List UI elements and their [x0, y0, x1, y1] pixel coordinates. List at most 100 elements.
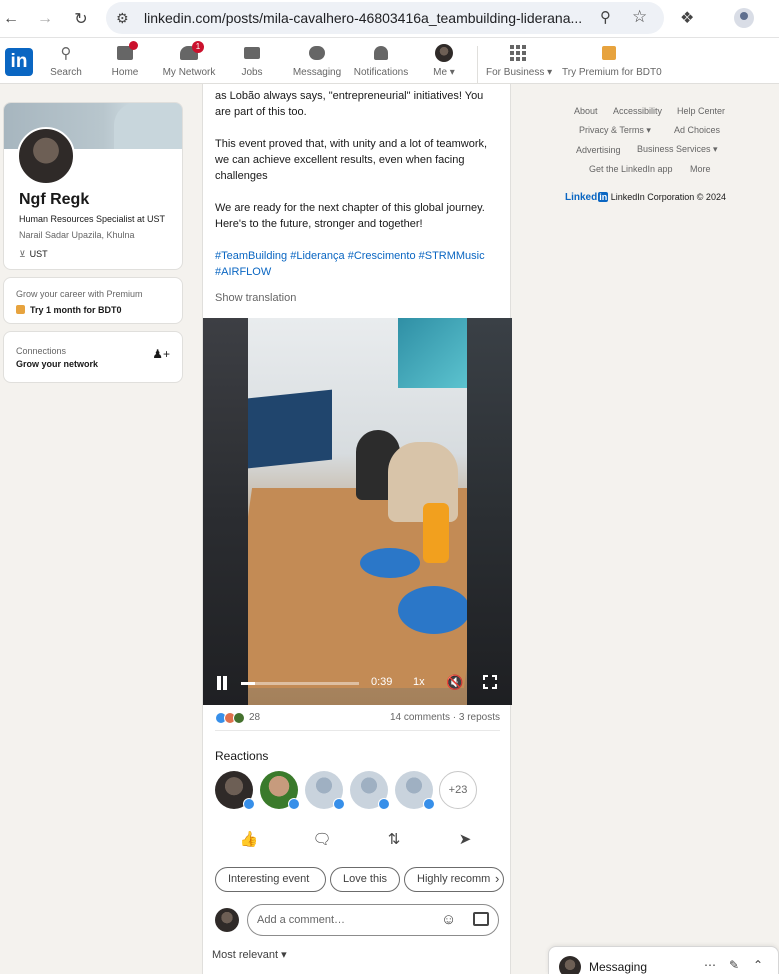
linkedin-header: in ⚲ Search Home 1 My Network Jobs Messa…: [0, 38, 779, 84]
messaging-label[interactable]: Messaging: [589, 960, 647, 974]
footer-link[interactable]: Help Center: [677, 106, 725, 116]
nav-label: Notifications: [353, 67, 409, 78]
playback-speed-button[interactable]: 1x: [413, 676, 425, 688]
footer-link[interactable]: Accessibility: [613, 106, 662, 116]
profile-name[interactable]: Ngf Regk: [19, 191, 89, 209]
network-badge: 1: [192, 41, 204, 53]
copyright-text: LinkedIn Corporation © 2024: [610, 192, 726, 202]
emoji-icon[interactable]: ☺: [441, 911, 456, 928]
footer-link[interactable]: Ad Choices: [674, 125, 720, 135]
reactor-avatar[interactable]: [305, 771, 345, 810]
footer-link[interactable]: About: [574, 106, 598, 116]
browser-profile-icon[interactable]: [734, 8, 754, 28]
nav-notifications[interactable]: Notifications: [353, 43, 409, 83]
compose-icon[interactable]: ✎: [729, 958, 739, 972]
nav-me[interactable]: Me ▾: [429, 43, 459, 83]
zoom-icon[interactable]: ⚲: [600, 8, 611, 26]
reactor-avatar[interactable]: [395, 771, 435, 810]
like-badge-icon: [243, 798, 255, 810]
comment-sort-dropdown[interactable]: Most relevant ▾: [212, 948, 287, 961]
more-options-icon[interactable]: ⋯: [704, 958, 716, 972]
connections-card[interactable]: Connections Grow your network ♟+: [3, 331, 183, 383]
fullscreen-icon[interactable]: [482, 674, 498, 690]
profile-org[interactable]: ⊻ UST: [19, 249, 48, 260]
chevron-up-icon[interactable]: ⌃: [753, 958, 763, 972]
footer-link[interactable]: More: [690, 164, 711, 174]
like-icon[interactable]: 👍: [237, 828, 261, 850]
repost-icon[interactable]: ⇅: [382, 828, 406, 850]
footer-link[interactable]: Get the LinkedIn app: [589, 164, 673, 174]
video-player[interactable]: 0:39 1x 🔇: [203, 318, 512, 705]
people-icon: 1: [162, 41, 216, 63]
nav-label: My Network: [162, 67, 216, 78]
nav-messaging[interactable]: Messaging: [292, 43, 342, 83]
messaging-widget[interactable]: Messaging ⋯ ✎ ⌃: [548, 946, 779, 974]
url-text[interactable]: linkedin.com/posts/mila-cavalhero-468034…: [144, 10, 590, 26]
suggested-comment-chip[interactable]: Love this: [330, 867, 400, 892]
bookmark-star-icon[interactable]: ☆: [632, 7, 647, 27]
post-text-paragraph: We are ready for the next chapter of thi…: [215, 202, 485, 230]
video-screen: [248, 389, 332, 469]
post-hashtags[interactable]: #TeamBuilding #Liderança #Crescimento #S…: [215, 248, 501, 280]
post-text-paragraph: as Lobão always says, "entrepreneurial" …: [215, 90, 484, 118]
post-actions: 👍 🗨 ⇅ ➤: [203, 826, 512, 852]
video-blur-right: [467, 318, 512, 705]
comment-input[interactable]: Add a comment… ☺: [247, 904, 499, 936]
video-progress-fill: [241, 682, 256, 685]
suggested-comment-chip[interactable]: Highly recomm: [404, 867, 504, 892]
reaction-icons[interactable]: [215, 712, 249, 724]
premium-line2[interactable]: Try 1 month for BDT0: [16, 305, 122, 315]
reactions-heading: Reactions: [215, 749, 269, 763]
footer-link[interactable]: Business Services ▾: [637, 144, 718, 155]
reactor-avatar[interactable]: [350, 771, 390, 810]
suggested-comment-chip[interactable]: Interesting event: [215, 867, 326, 892]
video-progress-bar[interactable]: [241, 682, 359, 685]
video-frame[interactable]: [248, 318, 467, 705]
forward-icon[interactable]: →: [34, 8, 56, 30]
address-bar[interactable]: ⚙ linkedin.com/posts/mila-cavalhero-4680…: [106, 2, 664, 34]
mute-icon[interactable]: 🔇: [446, 674, 463, 691]
reload-icon[interactable]: ↻: [70, 8, 92, 30]
like-badge-icon: [378, 798, 390, 810]
more-reactors-button[interactable]: +23: [439, 771, 477, 809]
linkedin-wordmark: Linked in: [565, 192, 609, 203]
linkedin-logo[interactable]: in: [5, 48, 33, 76]
footer-link[interactable]: Advertising: [576, 145, 621, 155]
nav-home[interactable]: Home: [110, 41, 140, 83]
grid-icon: [486, 43, 550, 63]
reactor-avatar[interactable]: [260, 771, 300, 810]
comment-placeholder: Add a comment…: [257, 914, 346, 926]
nav-label: For Business ▾: [486, 67, 553, 78]
nav-jobs[interactable]: Jobs: [240, 43, 264, 83]
premium-card[interactable]: Grow your career with Premium Try 1 mont…: [3, 277, 183, 324]
messaging-avatar: [559, 956, 581, 974]
commenter-avatar: [215, 908, 239, 932]
nav-try-premium[interactable]: Try Premium for BDT0: [562, 43, 662, 83]
footer-link[interactable]: Privacy & Terms ▾: [579, 125, 651, 136]
nav-label: Home: [111, 67, 139, 78]
image-icon[interactable]: [473, 912, 489, 926]
like-badge-icon: [288, 798, 300, 810]
show-translation-link[interactable]: Show translation: [215, 292, 296, 304]
nav-search[interactable]: ⚲ Search: [50, 43, 82, 83]
profile-avatar[interactable]: [17, 127, 75, 185]
profile-card[interactable]: Ngf Regk Human Resources Specialist at U…: [3, 102, 183, 270]
chevron-right-icon[interactable]: ›: [495, 871, 499, 886]
nav-for-business[interactable]: For Business ▾: [486, 43, 553, 83]
nav-my-network[interactable]: 1 My Network: [162, 41, 216, 83]
pause-icon[interactable]: [215, 676, 229, 690]
me-avatar-icon: [429, 43, 459, 63]
add-person-icon[interactable]: ♟+: [152, 347, 170, 361]
bell-icon: [353, 43, 409, 63]
reaction-count[interactable]: 28: [249, 712, 260, 723]
reactor-avatar[interactable]: [215, 771, 255, 810]
back-icon[interactable]: ←: [0, 8, 22, 30]
site-settings-icon[interactable]: ⚙: [116, 10, 129, 27]
support-reaction-icon: [233, 712, 245, 724]
comment-icon[interactable]: 🗨: [310, 828, 334, 850]
comment-composer: Add a comment… ☺: [215, 904, 505, 938]
extensions-icon[interactable]: ❖: [680, 8, 694, 28]
send-icon[interactable]: ➤: [453, 828, 477, 850]
comments-reposts-count[interactable]: 14 comments · 3 reposts: [390, 712, 500, 723]
wordmark-box: in: [598, 192, 609, 202]
